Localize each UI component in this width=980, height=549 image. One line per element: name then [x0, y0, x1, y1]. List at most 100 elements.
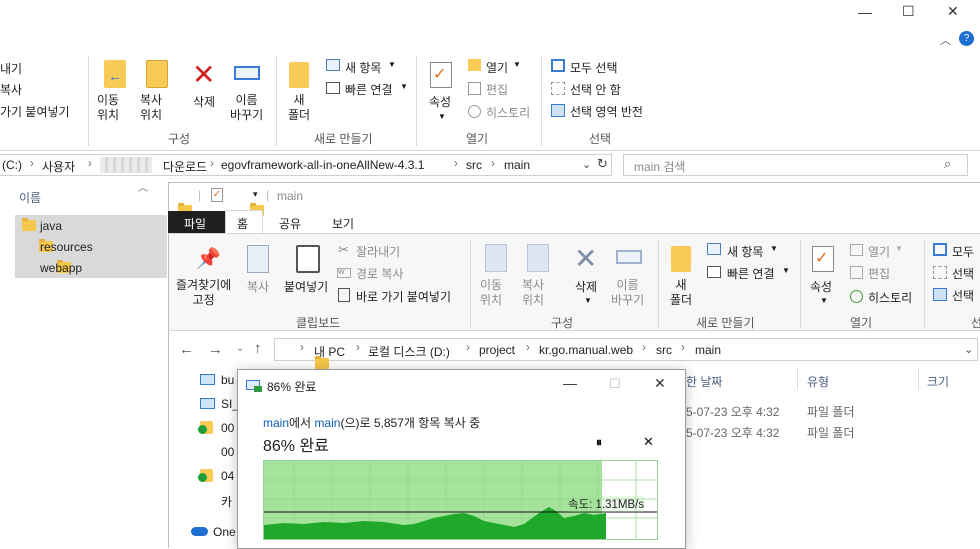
source-link[interactable]: main	[263, 416, 289, 430]
pause-button[interactable]: ⏸	[596, 435, 602, 450]
edit-button[interactable]: 편집	[486, 81, 508, 98]
dialog-minimize-button[interactable]: —	[563, 375, 577, 391]
select-all-button[interactable]: 모두 선택	[570, 59, 618, 76]
search-icon[interactable]: ⌕	[944, 156, 951, 172]
breadcrumb-downloads[interactable]: 다운로드	[163, 158, 207, 175]
nav-item[interactable]: 04	[221, 469, 234, 483]
select-all-button[interactable]: 모두	[952, 243, 974, 260]
minimize-button[interactable]: —	[858, 4, 872, 20]
edit-button[interactable]: 편집	[868, 265, 890, 282]
new-group-label: 새로 만들기	[314, 132, 373, 146]
select-none-button[interactable]: 선택	[952, 265, 974, 282]
nav-item[interactable]: 00	[221, 421, 234, 435]
organize-group-label: 구성	[551, 316, 574, 330]
chevron-down-icon: ▼	[400, 82, 408, 91]
ribbon-collapse-icon[interactable]: ︿	[940, 32, 951, 48]
paste-shortcut-button[interactable]: 바로 가기 붙여넣기	[356, 288, 451, 305]
copy-to-button[interactable]: 복사 위치	[140, 93, 162, 123]
copy-to-button[interactable]: 복사 위치	[522, 278, 544, 308]
nav-item[interactable]: bu	[221, 373, 234, 387]
open-button[interactable]: 열기	[868, 243, 890, 260]
list-item[interactable]	[15, 215, 167, 236]
dialog-maximize-button[interactable]: ☐	[609, 376, 621, 392]
nav-item[interactable]: 카	[221, 493, 232, 510]
copy-label-partial[interactable]: 복사	[0, 81, 22, 98]
list-item[interactable]	[15, 257, 167, 278]
rename-button[interactable]: 이름 바꾸기	[611, 278, 644, 308]
chevron-right-icon: ›	[642, 342, 646, 354]
copy-status-line: main에서 main(으)로 5,857개 항목 복사 중	[263, 414, 480, 431]
column-header-name[interactable]: 이름	[19, 189, 41, 206]
search-input[interactable]: main 검색	[634, 158, 685, 175]
chevron-right-icon: ›	[88, 158, 92, 170]
new-folder-button[interactable]: 새 폴더	[670, 278, 692, 308]
edit-icon	[850, 266, 863, 279]
breadcrumb-local-disk[interactable]: 로컬 디스크 (D:)	[368, 343, 450, 360]
breadcrumb-egov[interactable]: egovframework-all-in-oneAllNew-4.3.1	[221, 158, 424, 172]
breadcrumb-main[interactable]: main	[504, 158, 530, 172]
column-header-date[interactable]: 한 날짜	[686, 373, 722, 390]
breadcrumb-drive[interactable]: (C:)	[2, 158, 22, 172]
recent-dropdown-icon[interactable]: ⌄	[236, 343, 244, 354]
cut-label-partial[interactable]: 내기	[0, 60, 22, 77]
breadcrumb-src[interactable]: src	[466, 158, 482, 172]
chevron-down-icon[interactable]: ⌄	[582, 158, 591, 171]
new-item-button[interactable]: 새 항목	[345, 59, 381, 76]
move-to-button[interactable]: 이동 위치	[480, 278, 502, 308]
easy-access-button[interactable]: 빠른 연결	[727, 265, 775, 282]
properties-button[interactable]: 속성	[810, 278, 832, 295]
nav-item[interactable]: One	[213, 525, 236, 539]
chevron-right-icon: ›	[30, 158, 34, 170]
delete-button[interactable]: 삭제	[193, 93, 215, 110]
tab-share[interactable]: 공유	[279, 215, 301, 232]
copy-path-icon: W	[337, 268, 351, 278]
help-icon[interactable]: ?	[959, 31, 974, 46]
nav-item[interactable]: 00	[221, 445, 234, 459]
copy-path-button[interactable]: 경로 복사	[356, 265, 404, 282]
delete-icon: ✕	[574, 243, 598, 274]
maximize-button[interactable]: ☐	[902, 3, 915, 20]
paste-shortcut-partial[interactable]: 가기 붙여넣기	[0, 103, 70, 120]
breadcrumb-users[interactable]: 사용자	[42, 158, 75, 175]
tab-view[interactable]: 보기	[332, 215, 354, 232]
column-header-type[interactable]: 유형	[807, 373, 829, 390]
refresh-icon[interactable]: ↻	[597, 156, 608, 172]
new-item-button[interactable]: 새 항목	[727, 243, 763, 260]
history-button[interactable]: 히스토리	[868, 289, 912, 306]
open-button[interactable]: 열기	[486, 59, 508, 76]
copy-button[interactable]: 복사	[247, 278, 269, 295]
cancel-copy-button[interactable]: ✕	[643, 434, 654, 450]
up-arrow-icon[interactable]: ↑	[254, 340, 262, 357]
chevron-down-icon[interactable]: ⌄	[964, 343, 973, 356]
close-button[interactable]: ✕	[947, 3, 959, 20]
new-folder-button[interactable]: 새 폴더	[288, 93, 310, 123]
select-none-icon	[933, 266, 947, 279]
invert-selection-button[interactable]: 선택	[952, 287, 974, 304]
properties-quick-icon[interactable]: ✓	[211, 188, 223, 202]
chevron-down-icon: ▼	[388, 60, 396, 69]
breadcrumb-main[interactable]: main	[695, 343, 721, 357]
breadcrumb-src[interactable]: src	[656, 343, 672, 357]
properties-button[interactable]: 속성	[429, 93, 451, 110]
breadcrumb-project[interactable]: project	[479, 343, 515, 357]
copy-to-icon	[146, 60, 168, 88]
breadcrumb-this-pc[interactable]: 내 PC	[314, 343, 345, 360]
forward-arrow-icon[interactable]: →	[208, 341, 223, 358]
destination-link[interactable]: main	[314, 416, 340, 430]
invert-selection-button[interactable]: 선택 영역 반전	[570, 103, 643, 120]
back-arrow-icon[interactable]: ←	[179, 341, 194, 358]
onedrive-icon	[191, 527, 208, 536]
select-none-button[interactable]: 선택 안 함	[570, 81, 621, 98]
move-to-button[interactable]: 이동 위치	[97, 93, 119, 123]
delete-button[interactable]: 삭제	[575, 278, 597, 295]
pin-quick-access-button[interactable]: 즐겨찾기에 고정	[176, 278, 231, 308]
rename-button[interactable]: 이름 바꾸기	[230, 93, 263, 123]
easy-access-button[interactable]: 빠른 연결	[345, 81, 393, 98]
cut-button[interactable]: 잘라내기	[356, 243, 400, 260]
paste-button[interactable]: 붙여넣기	[284, 278, 328, 295]
column-header-size[interactable]: 크기	[927, 373, 949, 390]
dialog-close-button[interactable]: ✕	[654, 375, 666, 392]
breadcrumb-manual-web[interactable]: kr.go.manual.web	[539, 343, 633, 357]
history-button[interactable]: 히스토리	[486, 104, 530, 121]
quick-access-dropdown-icon[interactable]: ▾	[253, 189, 258, 200]
